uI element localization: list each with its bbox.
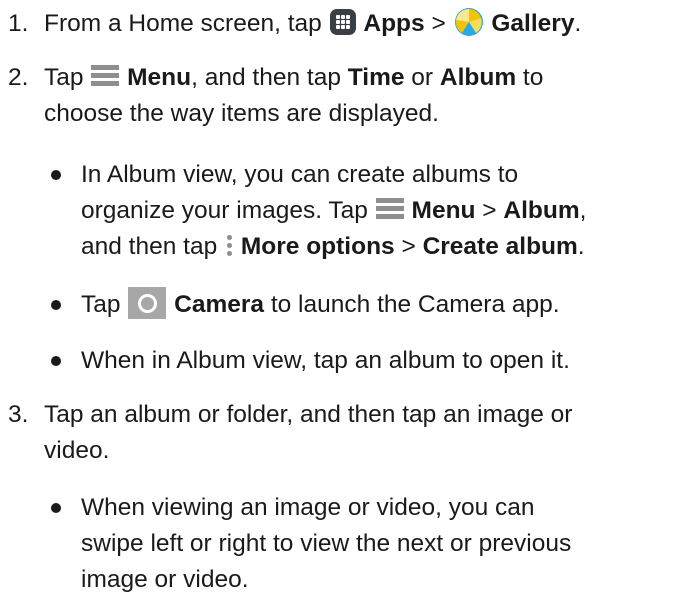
text-segment: Tap bbox=[44, 64, 91, 91]
bullet-dot bbox=[51, 503, 61, 513]
text-segment: to launch the Camera app. bbox=[264, 291, 560, 318]
text-segment: organize your images. Tap bbox=[81, 197, 375, 224]
create-album-label: Create album bbox=[422, 233, 578, 260]
step-text: From a Home screen, tap Apps > Gallery. bbox=[44, 6, 673, 42]
text-segment: to bbox=[516, 64, 544, 91]
text-segment: Tap an album or folder, and then tap an … bbox=[44, 401, 573, 428]
apps-label: Apps bbox=[363, 10, 425, 37]
menu-label: Menu bbox=[411, 197, 476, 224]
apps-grid-icon bbox=[329, 9, 356, 35]
bullet-dot bbox=[51, 300, 61, 310]
bullet-text: Tap Camera to launch the Camera app. bbox=[81, 287, 673, 323]
text-segment: or bbox=[404, 64, 440, 91]
text-segment: When viewing an image or video, you can bbox=[81, 494, 535, 521]
text-segment: > bbox=[394, 233, 423, 260]
step-number: 3. bbox=[8, 401, 29, 428]
camera-label: Camera bbox=[174, 291, 265, 318]
text-segment: . bbox=[577, 233, 585, 260]
bullet-text: When in Album view, tap an album to open… bbox=[81, 347, 570, 374]
bullet-text: In Album view, you can create albums to … bbox=[81, 157, 673, 265]
menu-icon bbox=[91, 65, 120, 87]
bullet-dot bbox=[51, 170, 61, 180]
menu-icon bbox=[375, 198, 404, 220]
album-label: Album bbox=[503, 197, 580, 224]
step-text: Tap an album or folder, and then tap an … bbox=[44, 397, 673, 469]
time-label: Time bbox=[347, 64, 405, 91]
bullet-dot bbox=[51, 356, 61, 366]
instructions: 1. From a Home screen, tap Apps > Galler… bbox=[0, 0, 673, 593]
text-segment: image or video. bbox=[81, 566, 249, 593]
menu-label: Menu bbox=[127, 64, 192, 91]
text-segment: and then tap bbox=[81, 233, 225, 260]
step-number: 2. bbox=[8, 64, 29, 91]
camera-icon bbox=[128, 287, 167, 319]
step-number: 1. bbox=[8, 10, 29, 37]
text-segment: choose the way items are displayed. bbox=[44, 100, 439, 127]
step-text: Tap Menu, and then tap Time or Album to … bbox=[44, 60, 673, 132]
gallery-pinwheel-icon bbox=[454, 8, 483, 36]
text-segment: , bbox=[579, 197, 587, 224]
text-segment: . bbox=[574, 10, 582, 37]
text-segment: In Album view, you can create albums to bbox=[81, 161, 519, 188]
text-segment: , and then tap bbox=[191, 64, 348, 91]
text-segment: > bbox=[475, 197, 504, 224]
gallery-label: Gallery bbox=[491, 10, 575, 37]
bullet-text: When viewing an image or video, you can … bbox=[81, 490, 673, 598]
text-segment: video. bbox=[44, 437, 110, 464]
text-segment: swipe left or right to view the next or … bbox=[81, 530, 572, 557]
text-segment: Tap bbox=[81, 291, 128, 318]
more-options-label: More options bbox=[240, 233, 395, 260]
album-label: Album bbox=[439, 64, 517, 91]
more-options-icon bbox=[225, 233, 233, 259]
text-segment: From a Home screen, tap bbox=[44, 10, 329, 37]
text-segment: > bbox=[424, 10, 453, 37]
